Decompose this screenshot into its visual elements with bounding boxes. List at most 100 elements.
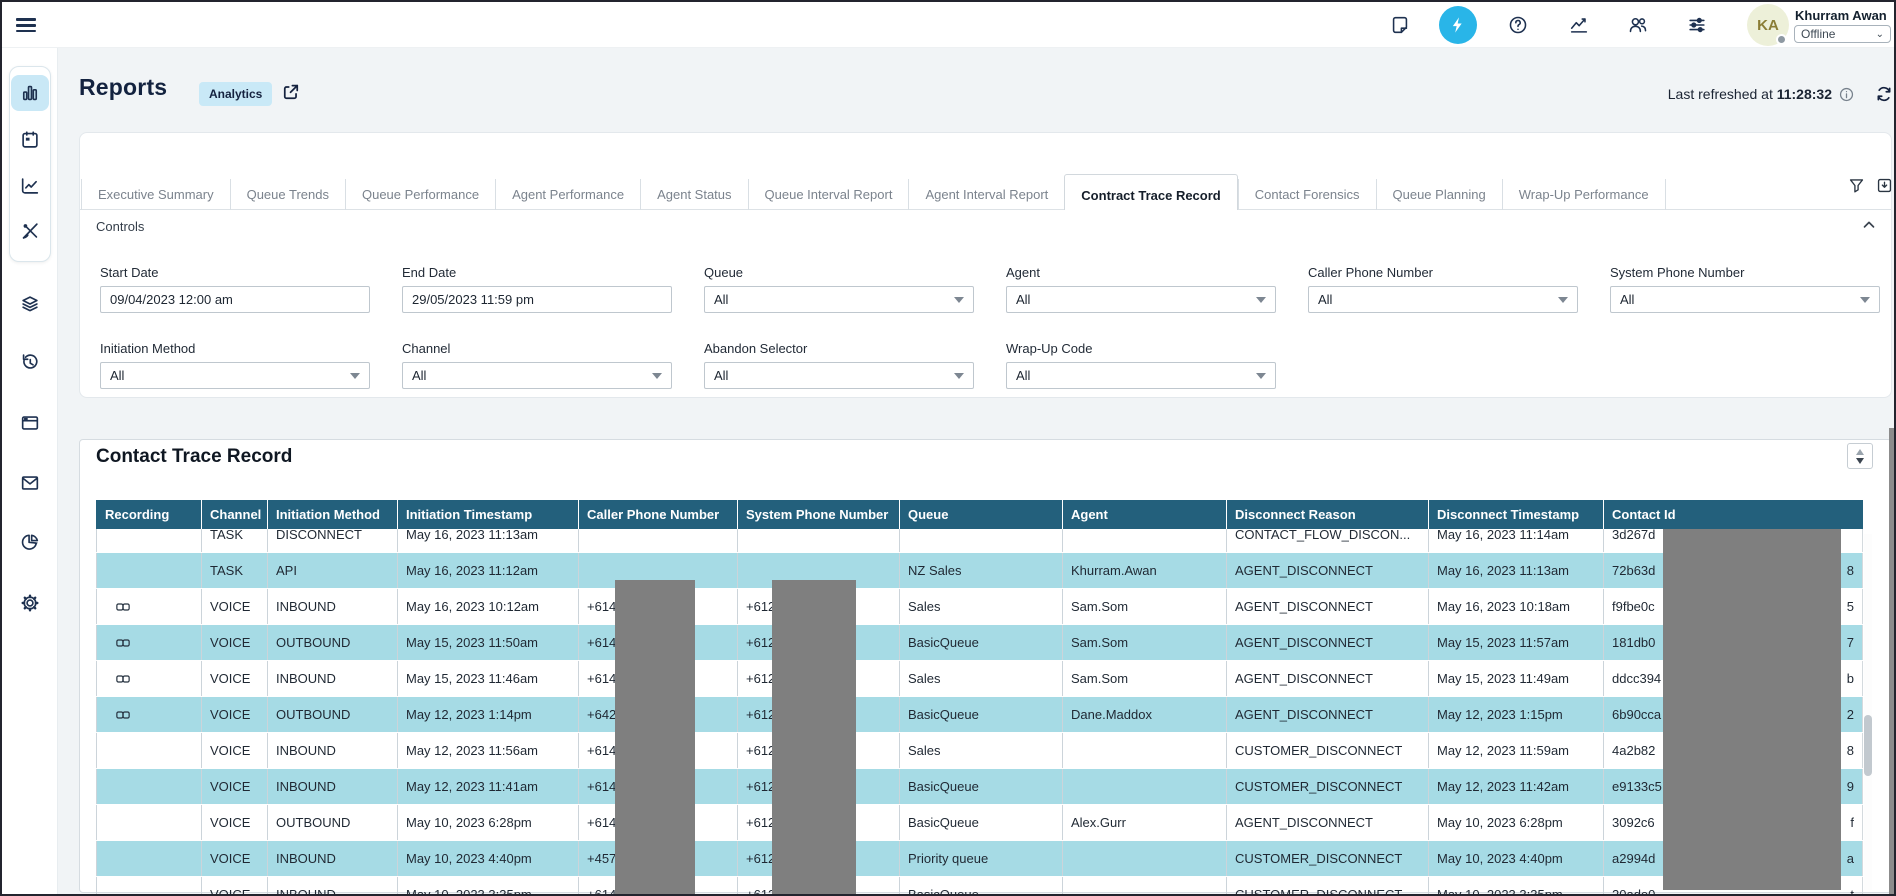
sidebar-item-line-chart[interactable] bbox=[11, 168, 49, 204]
recording-link-icon[interactable] bbox=[115, 635, 131, 651]
col-header[interactable]: Disconnect Reason bbox=[1227, 500, 1429, 529]
cell-channel: VOICE bbox=[202, 661, 268, 697]
stepper-up-icon[interactable] bbox=[1856, 449, 1864, 455]
report-tab[interactable]: Agent Performance bbox=[495, 179, 640, 210]
settings-sliders-icon[interactable] bbox=[1686, 14, 1708, 36]
analytics-badge: Analytics bbox=[199, 82, 272, 106]
cell-initiation-timestamp: May 16, 2023 10:12am bbox=[398, 589, 579, 625]
filter-input[interactable]: 09/04/2023 12:00 am bbox=[100, 286, 370, 313]
col-header[interactable]: Disconnect Timestamp bbox=[1429, 500, 1604, 529]
filter-field: Queue All bbox=[704, 265, 974, 313]
filter-input[interactable]: All bbox=[704, 286, 974, 313]
report-tab[interactable]: Queue Performance bbox=[345, 179, 495, 210]
col-header[interactable]: Queue bbox=[900, 500, 1063, 529]
filter-funnel-icon[interactable] bbox=[1847, 176, 1866, 195]
hamburger-menu-icon[interactable] bbox=[16, 15, 36, 35]
table-scrollbar-thumb[interactable] bbox=[1864, 715, 1872, 776]
sidebar-item-design-tools[interactable] bbox=[11, 213, 49, 249]
table-body: TASK DISCONNECT May 16, 2023 11:13am CON… bbox=[97, 529, 1863, 896]
info-icon[interactable] bbox=[1838, 86, 1855, 103]
cell-initiation-method: INBOUND bbox=[268, 589, 398, 625]
filter-input[interactable]: All bbox=[402, 362, 672, 389]
cell-agent: Sam.Som bbox=[1063, 625, 1227, 661]
stepper-down-icon[interactable] bbox=[1856, 458, 1864, 464]
table-title: Contact Trace Record bbox=[96, 446, 292, 468]
filter-input[interactable]: All bbox=[100, 362, 370, 389]
table-row: VOICE INBOUND May 15, 2023 11:46am +614 … bbox=[97, 661, 1863, 697]
report-tab[interactable]: Queue Trends bbox=[230, 179, 345, 210]
cell-disconnect-reason: CUSTOMER_DISCONNECT bbox=[1227, 769, 1429, 805]
filter-field: End Date 29/05/2023 11:59 pm bbox=[402, 265, 672, 313]
cell-agent: Khurram.Awan bbox=[1063, 553, 1227, 589]
cell-contact-id: 72b63d bbox=[1612, 563, 1655, 578]
realtime-bolt-button[interactable] bbox=[1439, 6, 1477, 44]
report-tab[interactable]: Executive Summary bbox=[81, 179, 230, 210]
filter-input[interactable]: 29/05/2023 11:59 pm bbox=[402, 286, 672, 313]
report-tab[interactable]: Wrap-Up Performance bbox=[1502, 179, 1666, 210]
sidebar-item-reports[interactable] bbox=[11, 75, 49, 111]
cell-agent bbox=[1063, 841, 1227, 877]
filter-input[interactable]: All bbox=[1308, 286, 1578, 313]
sidebar-item-pie-chart[interactable] bbox=[11, 524, 49, 560]
recording-link-icon[interactable] bbox=[115, 671, 131, 687]
report-tab[interactable]: Queue Planning bbox=[1376, 179, 1502, 210]
cell-contact-id: 20ade0 bbox=[1612, 887, 1655, 896]
col-header[interactable]: Agent bbox=[1063, 500, 1227, 529]
col-header[interactable]: Recording bbox=[97, 500, 202, 529]
filter-value: All bbox=[1016, 368, 1030, 383]
refresh-icon[interactable] bbox=[1874, 84, 1894, 104]
metrics-chart-icon[interactable] bbox=[1568, 14, 1590, 36]
help-icon[interactable] bbox=[1507, 14, 1529, 36]
filter-field: Wrap-Up Code All bbox=[1006, 341, 1276, 389]
sidebar-item-mail[interactable] bbox=[11, 465, 49, 501]
sidebar-item-settings[interactable] bbox=[11, 585, 49, 621]
report-tab[interactable]: Contact Forensics bbox=[1238, 179, 1376, 210]
col-header[interactable]: System Phone Number bbox=[738, 500, 900, 529]
filter-label: Queue bbox=[704, 265, 974, 280]
users-icon[interactable] bbox=[1627, 14, 1649, 36]
external-link-icon[interactable] bbox=[280, 81, 302, 103]
recording-link-icon[interactable] bbox=[115, 707, 131, 723]
sidebar-item-calendar[interactable] bbox=[11, 122, 49, 158]
report-tabs: Executive Summary Queue Trends Queue Per… bbox=[81, 179, 1666, 210]
filter-input[interactable]: All bbox=[1006, 362, 1276, 389]
download-icon[interactable] bbox=[1875, 176, 1894, 195]
report-tab[interactable]: Agent Status bbox=[640, 179, 747, 210]
filter-input[interactable]: All bbox=[1006, 286, 1276, 313]
recording-link-icon[interactable] bbox=[115, 599, 131, 615]
cell-disconnect-timestamp: May 10, 2023 4:40pm bbox=[1429, 841, 1604, 877]
avatar[interactable]: KA bbox=[1747, 4, 1789, 46]
cell-agent: Dane.Maddox bbox=[1063, 697, 1227, 733]
cell-channel: VOICE bbox=[202, 733, 268, 769]
filter-label: System Phone Number bbox=[1610, 265, 1880, 280]
filter-input[interactable]: All bbox=[1610, 286, 1880, 313]
filter-value: All bbox=[412, 368, 426, 383]
filter-input[interactable]: All bbox=[704, 362, 974, 389]
sidebar-item-browser-window[interactable] bbox=[11, 405, 49, 441]
filter-label: Channel bbox=[402, 341, 672, 356]
table-row: VOICE OUTBOUND May 15, 2023 11:50am +614… bbox=[97, 625, 1863, 661]
agent-status-select[interactable]: Offline ⌄ bbox=[1794, 25, 1891, 43]
redaction-contact-id bbox=[1663, 529, 1841, 890]
col-header[interactable]: Initiation Timestamp bbox=[398, 500, 579, 529]
sidebar-item-layers[interactable] bbox=[11, 286, 49, 322]
report-tab[interactable]: Queue Interval Report bbox=[748, 179, 909, 210]
filter-label: Agent bbox=[1006, 265, 1276, 280]
report-tab[interactable]: Contract Trace Record bbox=[1064, 174, 1237, 210]
col-header[interactable]: Initiation Method bbox=[268, 500, 398, 529]
notes-icon[interactable] bbox=[1389, 14, 1411, 36]
report-tab[interactable]: Agent Interval Report bbox=[908, 179, 1064, 210]
table-stepper bbox=[1847, 443, 1873, 469]
cell-contact-id-end: 9 bbox=[1847, 779, 1854, 794]
col-header[interactable]: Channel bbox=[202, 500, 268, 529]
cell-disconnect-reason: AGENT_DISCONNECT bbox=[1227, 625, 1429, 661]
col-header[interactable]: Contact Id bbox=[1604, 500, 1863, 529]
cell-disconnect-timestamp: May 12, 2023 1:15pm bbox=[1429, 697, 1604, 733]
collapse-chevron-up-icon[interactable] bbox=[1860, 216, 1878, 234]
cell-initiation-timestamp: May 10, 2023 4:40pm bbox=[398, 841, 579, 877]
cell-channel: VOICE bbox=[202, 697, 268, 733]
avatar-initials: KA bbox=[1757, 17, 1779, 34]
sidebar-item-history[interactable] bbox=[11, 344, 49, 380]
col-header[interactable]: Caller Phone Number bbox=[579, 500, 738, 529]
page-scrollbar[interactable] bbox=[1889, 428, 1896, 896]
